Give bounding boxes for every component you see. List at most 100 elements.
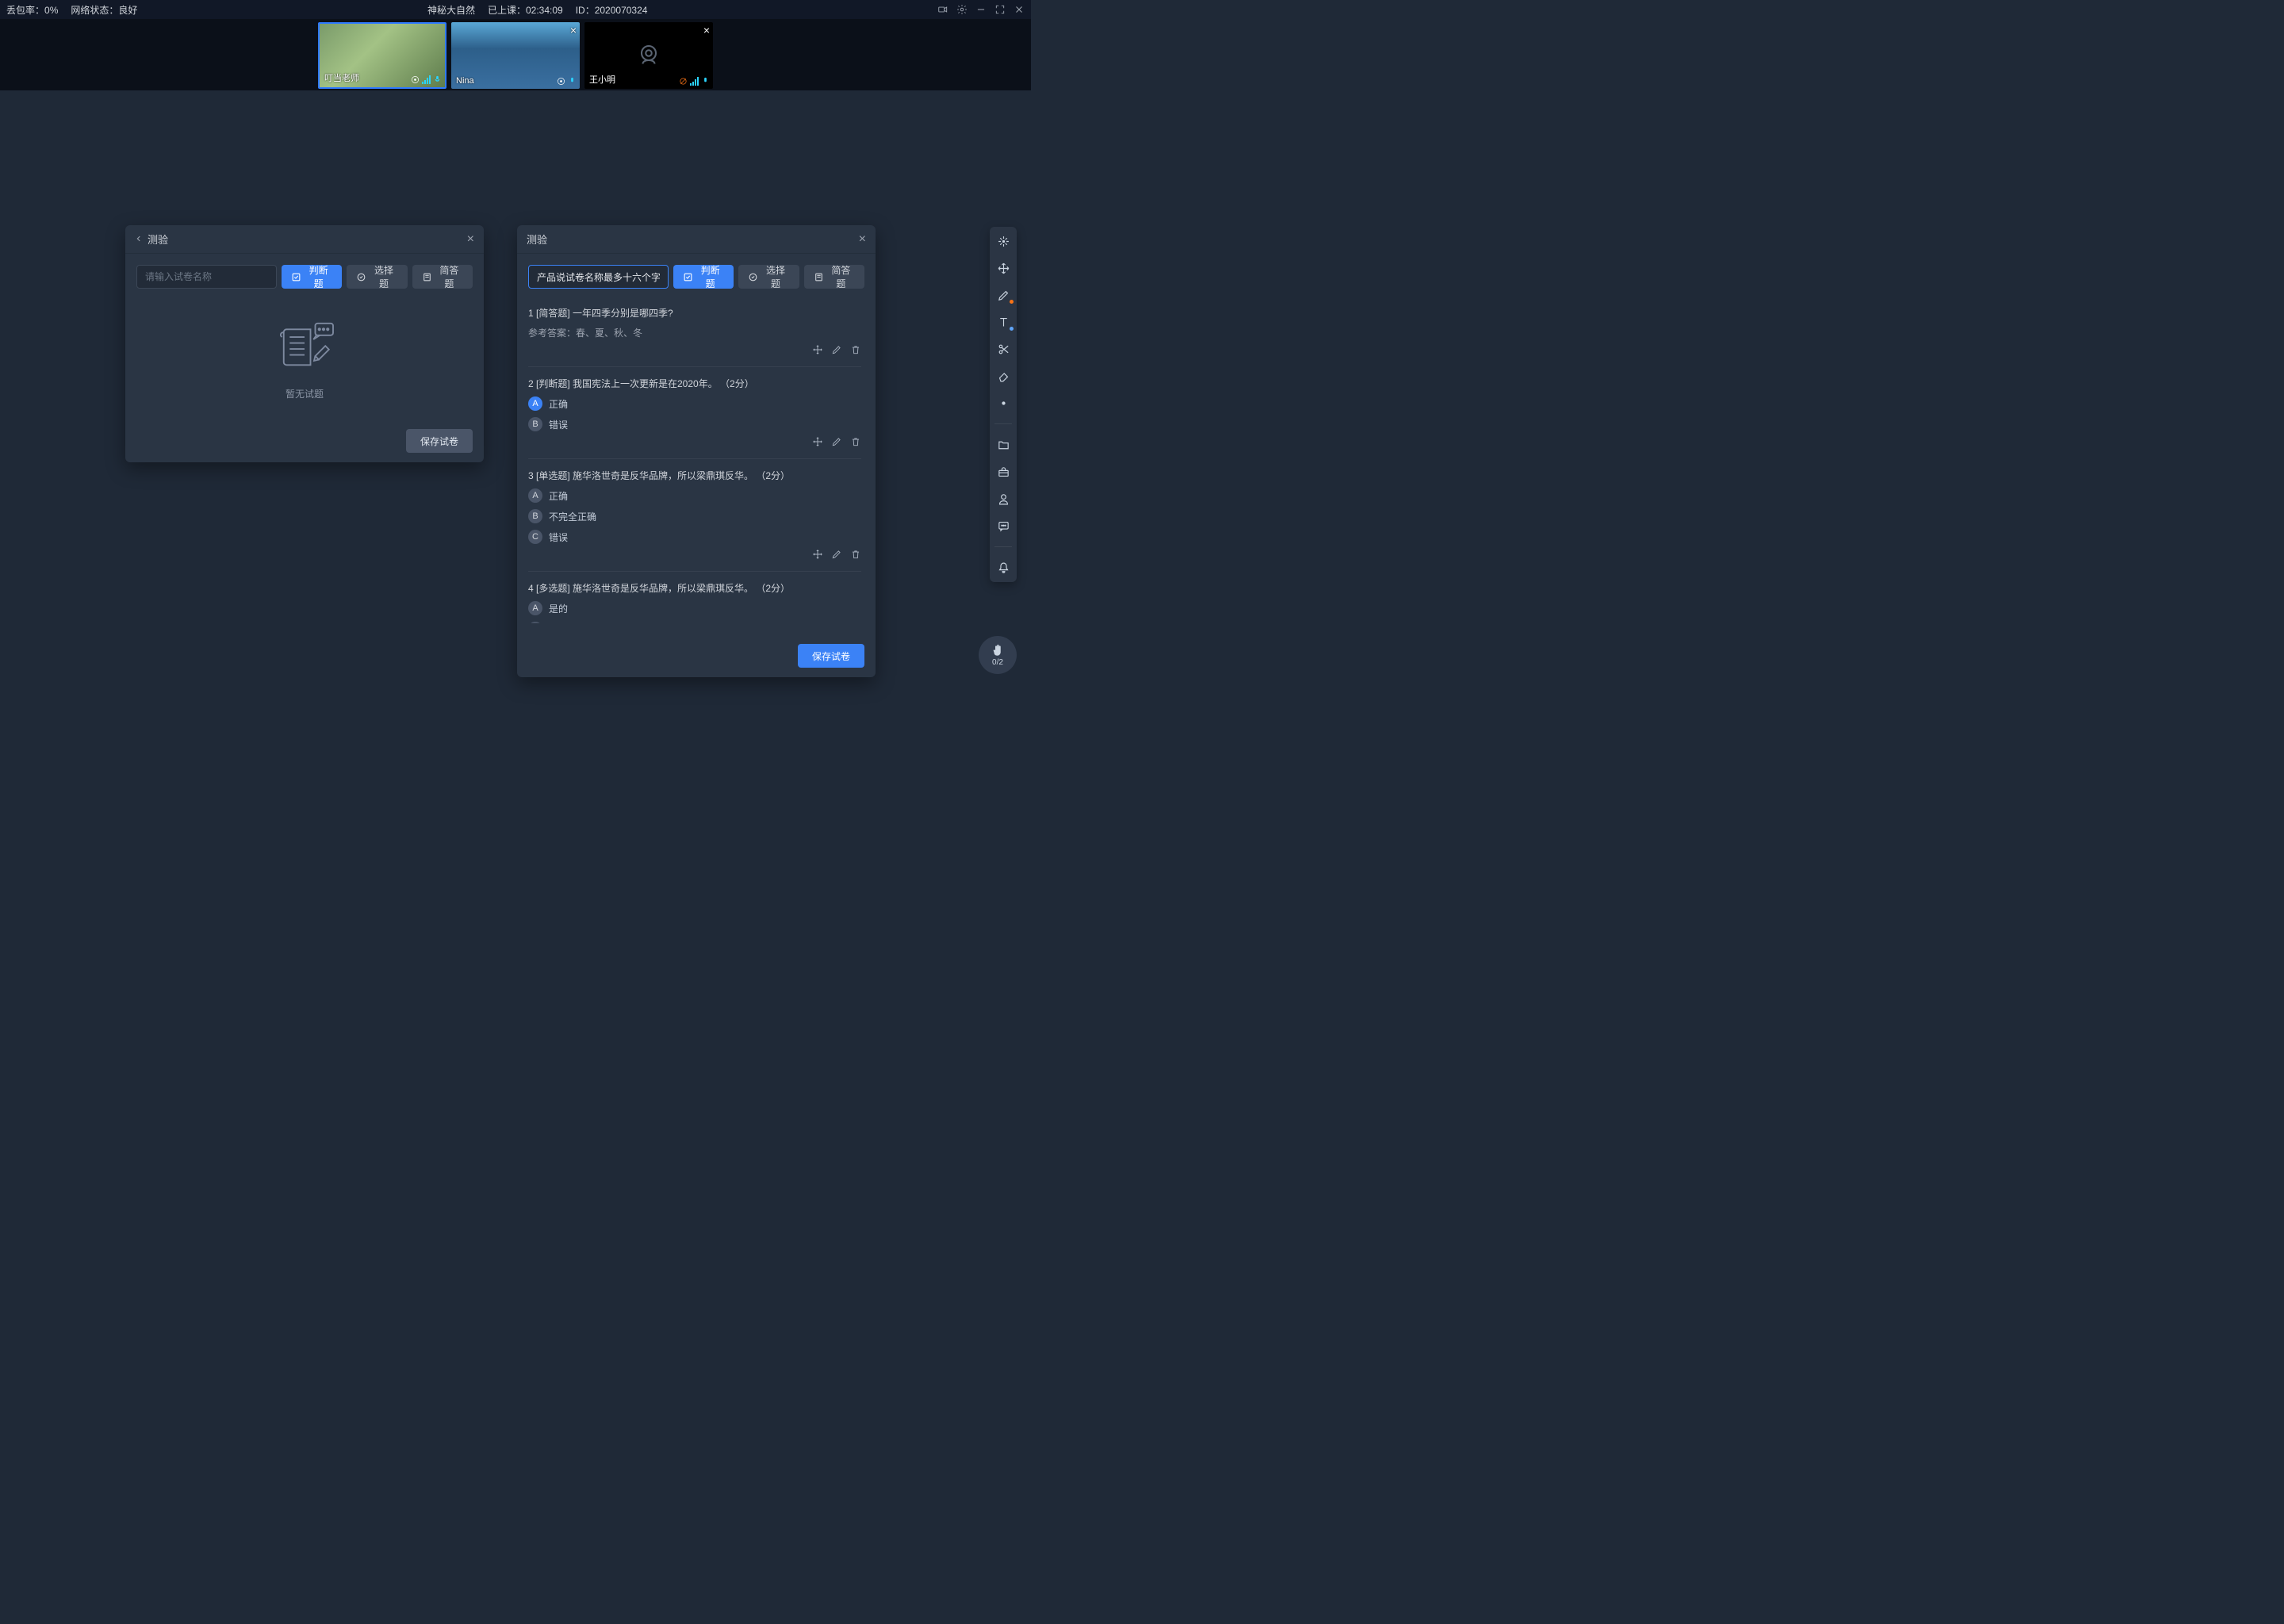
question-item: 4 [多选题] 施华洛世奇是反华品牌，所以梁鼎琪反华。 （2分） A 是的 B 不完全正…	[528, 572, 861, 623]
quiz-panel-empty: 测验 × 判断题 选择题 简答题	[125, 225, 484, 462]
question-answer: 参考答案：春、夏、秋、冬	[528, 326, 861, 339]
question-actions	[528, 344, 861, 355]
question-option[interactable]: A正确	[528, 396, 861, 411]
delete-icon[interactable]	[850, 436, 861, 447]
tile-close-icon[interactable]: ×	[570, 24, 577, 36]
question-option[interactable]: B 错误	[528, 417, 861, 431]
right-toolbar	[990, 227, 1017, 582]
question-item: 3 [单选题] 施华洛世奇是反华品牌，所以梁鼎琪反华。 （2分） A 正确 B 不完全正…	[528, 459, 861, 572]
question-list[interactable]: 1 [简答题] 一年四季分别是哪四季? 参考答案：春、夏、秋、冬 2 [判断题] …	[528, 297, 864, 623]
course-title: 神秘大自然	[427, 3, 475, 17]
laser-tool-icon[interactable]	[995, 395, 1011, 411]
minimize-icon[interactable]	[975, 4, 987, 15]
session-id: ID：2020070324	[576, 3, 648, 17]
video-tile-student[interactable]: × 王小明	[584, 22, 713, 89]
camera-icon[interactable]	[937, 4, 948, 15]
option-label: 不完全正确	[549, 510, 596, 523]
bell-tool-icon[interactable]	[995, 560, 1011, 576]
empty-state-text: 暂无试题	[136, 387, 473, 400]
chat-tool-icon[interactable]	[995, 518, 1011, 534]
elapsed-time: 已上课：02:34:09	[488, 3, 563, 17]
question-option[interactable]: A 正确	[528, 488, 861, 503]
option-label: 正确	[549, 397, 568, 411]
question-option[interactable]: B 不完全正确	[528, 509, 861, 523]
quiz-panel-filled: 测验 × 判断题 选择题 简答题 1 [简答题] 一年四季分别是哪四季? 参考答案…	[517, 225, 876, 677]
question-option[interactable]: C 错误	[528, 530, 861, 544]
option-label: 正确	[549, 489, 568, 503]
question-title: 3 [单选题] 施华洛世奇是反华品牌，所以梁鼎琪反华。 （2分）	[528, 469, 861, 482]
delete-icon[interactable]	[850, 344, 861, 355]
person-tool-icon[interactable]	[995, 491, 1011, 507]
close-icon[interactable]: ×	[467, 232, 474, 247]
option-key-badge: B	[528, 417, 542, 431]
move-icon[interactable]	[812, 344, 823, 355]
folder-tool-icon[interactable]	[995, 437, 1011, 453]
add-short-answer-button[interactable]: 简答题	[804, 265, 864, 289]
video-status-icons	[557, 77, 577, 86]
quiz-name-input[interactable]	[528, 265, 669, 289]
video-tile-student[interactable]: × Nina	[451, 22, 580, 89]
close-icon[interactable]: ×	[859, 232, 866, 247]
edit-icon[interactable]	[831, 549, 842, 560]
back-icon[interactable]	[135, 233, 143, 245]
option-key-badge: A	[528, 601, 542, 615]
option-label: 是的	[549, 602, 568, 615]
video-status-icons	[679, 76, 710, 86]
video-name-label: 叮当老师	[324, 71, 359, 84]
tile-close-icon[interactable]: ×	[703, 24, 710, 36]
question-title: 4 [多选题] 施华洛世奇是反华品牌，所以梁鼎琪反华。 （2分）	[528, 581, 861, 595]
edit-icon[interactable]	[831, 436, 842, 447]
add-judge-button[interactable]: 判断题	[282, 265, 342, 289]
eraser-tool-icon[interactable]	[995, 368, 1011, 384]
move-icon[interactable]	[812, 436, 823, 447]
camera-off-icon	[634, 41, 663, 70]
video-name-label: Nina	[456, 76, 474, 86]
question-title: 1 [简答题] 一年四季分别是哪四季?	[528, 306, 861, 320]
option-label: 不完全正确	[549, 622, 596, 624]
save-quiz-button[interactable]: 保存试卷	[406, 429, 473, 453]
close-icon[interactable]	[1014, 4, 1025, 15]
delete-icon[interactable]	[850, 549, 861, 560]
option-label: 错误	[549, 418, 568, 431]
option-key-badge: B	[528, 622, 542, 623]
video-status-icons	[411, 75, 442, 84]
option-label: 错误	[549, 530, 568, 544]
hand-raise-badge[interactable]: 0/2	[979, 636, 1017, 674]
hand-raise-count: 0/2	[992, 658, 1003, 667]
question-actions	[528, 549, 861, 560]
save-quiz-button[interactable]: 保存试卷	[798, 644, 864, 668]
network-status: 网络状态：良好	[71, 3, 137, 17]
question-actions	[528, 436, 861, 447]
move-icon[interactable]	[812, 549, 823, 560]
text-tool-icon[interactable]	[995, 314, 1011, 330]
workspace: 测验 × 判断题 选择题 简答题	[0, 90, 1031, 733]
scissors-tool-icon[interactable]	[995, 341, 1011, 357]
fullscreen-icon[interactable]	[994, 4, 1006, 15]
question-item: 1 [简答题] 一年四季分别是哪四季? 参考答案：春、夏、秋、冬	[528, 297, 861, 367]
hand-icon	[991, 643, 1005, 657]
add-choice-button[interactable]: 选择题	[347, 265, 407, 289]
question-title: 2 [判断题] 我国宪法上一次更新是在2020年。 （2分）	[528, 377, 861, 390]
settings-icon[interactable]	[956, 4, 968, 15]
add-short-answer-button[interactable]: 简答题	[412, 265, 473, 289]
option-key-badge: A	[528, 488, 542, 503]
top-status-bar: 丢包率：0% 网络状态：良好 神秘大自然 已上课：02:34:09 ID：202…	[0, 0, 1031, 19]
quiz-name-input[interactable]	[136, 265, 277, 289]
option-key-badge: C	[528, 530, 542, 544]
panel-title: 测验	[148, 232, 168, 247]
toolbox-tool-icon[interactable]	[995, 464, 1011, 480]
option-key-badge: B	[528, 509, 542, 523]
panel-title: 测验	[527, 232, 547, 247]
video-tile-teacher[interactable]: 叮当老师	[318, 22, 446, 89]
question-item: 2 [判断题] 我国宪法上一次更新是在2020年。 （2分） A正确 B 错误	[528, 367, 861, 459]
add-judge-button[interactable]: 判断题	[673, 265, 734, 289]
video-name-label: 王小明	[589, 73, 615, 86]
question-option[interactable]: A 是的	[528, 601, 861, 615]
add-choice-button[interactable]: 选择题	[738, 265, 799, 289]
question-option[interactable]: B 不完全正确	[528, 622, 861, 623]
video-strip: 叮当老师 × Nina × 王小明	[0, 19, 1031, 90]
edit-icon[interactable]	[831, 344, 842, 355]
pen-tool-icon[interactable]	[995, 287, 1011, 303]
move-tool-icon[interactable]	[995, 260, 1011, 276]
pointer-tool-icon[interactable]	[995, 233, 1011, 249]
